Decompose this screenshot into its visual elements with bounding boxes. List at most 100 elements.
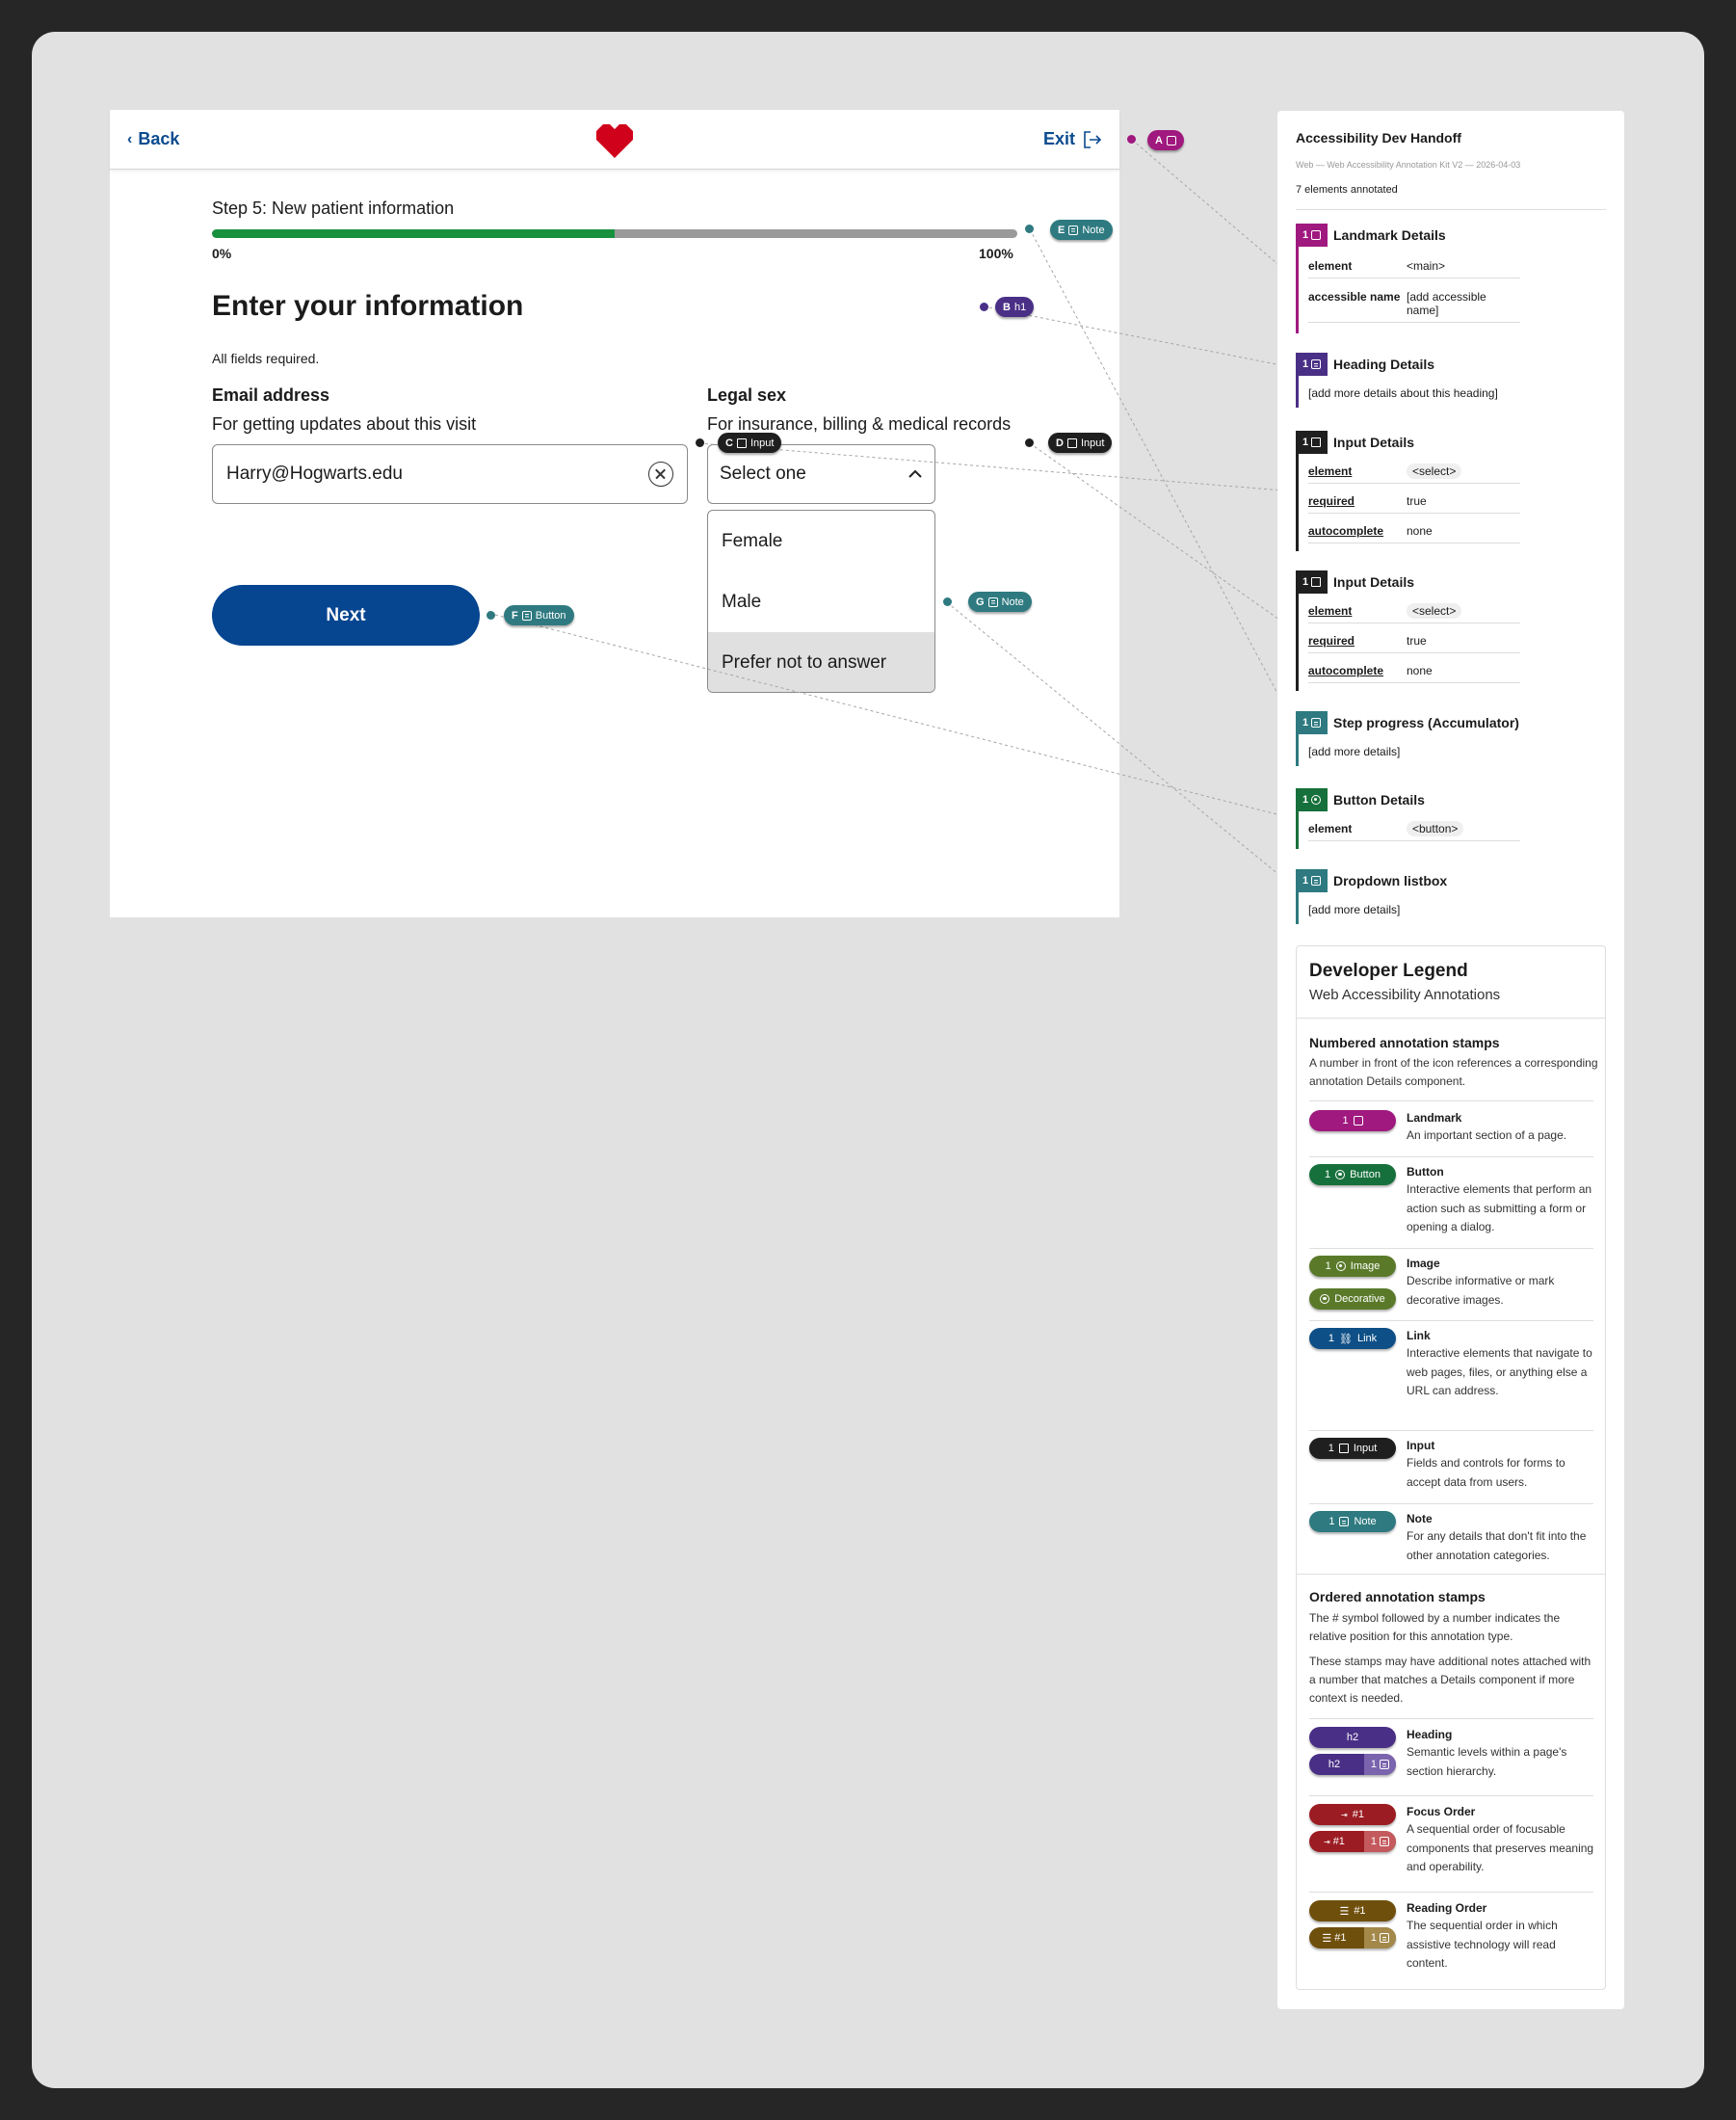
detail-title: Step progress (Accumulator) <box>1333 715 1519 730</box>
detail-title: Heading Details <box>1333 357 1435 372</box>
note-stamp-g[interactable]: G Note <box>968 592 1032 612</box>
clear-icon[interactable] <box>648 462 673 487</box>
progress-fill <box>212 229 615 238</box>
detail-number: 1 <box>1296 224 1328 247</box>
stamp-number: 1 <box>1370 1836 1378 1847</box>
back-label: Back <box>138 129 180 148</box>
page-heading: Enter your information <box>212 290 524 322</box>
legend-label: Button <box>1407 1165 1444 1179</box>
stamp-number: 1 <box>1328 1443 1334 1454</box>
heading-stamp[interactable]: Bh1 <box>995 297 1035 317</box>
legend-desc: Fields and controls for forms to accept … <box>1407 1456 1565 1489</box>
landmark-stamp[interactable]: A <box>1147 130 1184 150</box>
edit-icon <box>1066 437 1077 448</box>
input-details-1: 1 Input Details element <select> required… <box>1296 431 1606 551</box>
divider <box>1309 1320 1593 1321</box>
row-value: <button> <box>1407 821 1464 836</box>
divider <box>1309 1156 1593 1157</box>
row-key: autocomplete <box>1308 524 1384 538</box>
stamp-anchor-d <box>1025 438 1034 447</box>
detail-num-text: 1 <box>1302 875 1309 887</box>
exit-link[interactable]: Exit <box>1043 129 1102 149</box>
step-progress-details: 1 Step progress (Accumulator) [add more … <box>1296 711 1606 766</box>
legend-label: Focus Order <box>1407 1805 1476 1818</box>
note-stamp-e[interactable]: E Note <box>1050 220 1113 240</box>
link-legend-stamp: 1 ⛓ Link <box>1309 1328 1396 1349</box>
detail-number: 1 <box>1296 869 1328 892</box>
stamp-label: Decorative <box>1334 1293 1385 1305</box>
back-link[interactable]: ‹ Back <box>127 129 179 149</box>
input-legend-stamp: 1 Input <box>1309 1438 1396 1459</box>
stamp-note-part: 1 <box>1363 1927 1396 1948</box>
row-value: <main> <box>1407 259 1446 273</box>
detail-title: Input Details <box>1333 574 1415 590</box>
legend-label: Link <box>1407 1329 1431 1342</box>
note-icon <box>1311 876 1322 886</box>
detail-title: Landmark Details <box>1333 227 1446 243</box>
stamp-note-part: 1 <box>1363 1754 1396 1775</box>
exit-label: Exit <box>1042 129 1075 148</box>
step-title: Step 5: New patient information <box>212 199 455 218</box>
note-icon <box>1311 359 1322 369</box>
email-field[interactable]: Harry@Hogwarts.edu <box>212 444 688 504</box>
button-icon <box>1311 795 1322 805</box>
numbered-title: Numbered annotation stamps <box>1309 1035 1500 1050</box>
row-key: autocomplete <box>1308 664 1384 677</box>
input-stamp-d[interactable]: D Input <box>1048 433 1113 453</box>
input-details-2: 1 Input Details element <select> required… <box>1296 570 1606 691</box>
stamp-label: Button <box>1350 1169 1381 1180</box>
legend-label: Landmark <box>1407 1111 1462 1125</box>
note-icon <box>1380 1760 1390 1769</box>
divider <box>1309 1248 1593 1249</box>
patient-form-page: ‹ Back Exit Step 5: New patient informat… <box>110 110 1119 917</box>
image-legend-stamp: 1 Image <box>1309 1256 1396 1277</box>
stamp-label: #1 <box>1334 1932 1347 1944</box>
button-stamp-f[interactable]: F Button <box>504 605 574 625</box>
divider <box>1297 1018 1605 1019</box>
stamp-letter: G <box>976 596 985 608</box>
step-progress-bar <box>212 229 1017 238</box>
row-key: required <box>1308 494 1355 508</box>
heart-logo-icon <box>596 124 633 158</box>
email-label: Email address <box>212 385 330 405</box>
row-value: true <box>1407 634 1427 648</box>
legend-title: Developer Legend <box>1309 961 1468 981</box>
button-icon <box>1335 1170 1346 1179</box>
legend-desc: Interactive elements that perform an act… <box>1407 1182 1592 1233</box>
decorative-legend-stamp: Decorative <box>1309 1288 1396 1310</box>
legend-desc: Describe informative or mark decorative … <box>1407 1274 1555 1307</box>
legend-desc: Interactive elements that navigate to we… <box>1407 1346 1592 1397</box>
input-stamp-c[interactable]: C Input <box>718 433 782 453</box>
divider <box>1309 1430 1593 1431</box>
detail-header: 1 Input Details <box>1296 570 1414 594</box>
stamp-label: Input <box>750 437 775 449</box>
stamp-order-part: ⇥ #1 <box>1309 1831 1359 1852</box>
required-note: All fields required. <box>212 351 320 366</box>
note-icon <box>1339 1517 1350 1526</box>
option-female[interactable]: Female <box>708 511 934 571</box>
stamp-label: Input <box>1080 437 1105 449</box>
detail-num-text: 1 <box>1302 358 1309 370</box>
stamp-label: Note <box>1001 596 1024 608</box>
detail-num-text: 1 <box>1302 576 1309 588</box>
option-male[interactable]: Male <box>708 571 934 632</box>
detail-row: required true <box>1308 634 1520 653</box>
reading-order-note-legend-stamp: ☰ #1 1 <box>1309 1927 1396 1948</box>
legend-desc: For any details that don't fit into the … <box>1407 1529 1587 1562</box>
option-prefer-not[interactable]: Prefer not to answer <box>708 632 934 692</box>
note-icon <box>1068 225 1079 235</box>
exit-icon <box>1084 130 1102 148</box>
detail-row: element <button> <box>1308 821 1520 841</box>
detail-number: 1 <box>1296 431 1328 454</box>
page-header: ‹ Back Exit <box>110 110 1119 170</box>
stamp-number: 1 <box>1342 1115 1349 1126</box>
detail-row: element <select> <box>1308 603 1520 623</box>
landmark-icon <box>1166 135 1176 146</box>
detail-header: 1 Dropdown listbox <box>1296 869 1447 892</box>
panel-subtitle: Web — Web Accessibility Annotation Kit V… <box>1296 160 1521 170</box>
note-icon <box>1380 1933 1390 1943</box>
legal-sex-select[interactable]: Select one <box>707 444 935 504</box>
stamp-label: Note <box>1354 1516 1377 1527</box>
next-button[interactable]: Next <box>212 585 480 646</box>
detail-number: 1 <box>1296 570 1328 594</box>
